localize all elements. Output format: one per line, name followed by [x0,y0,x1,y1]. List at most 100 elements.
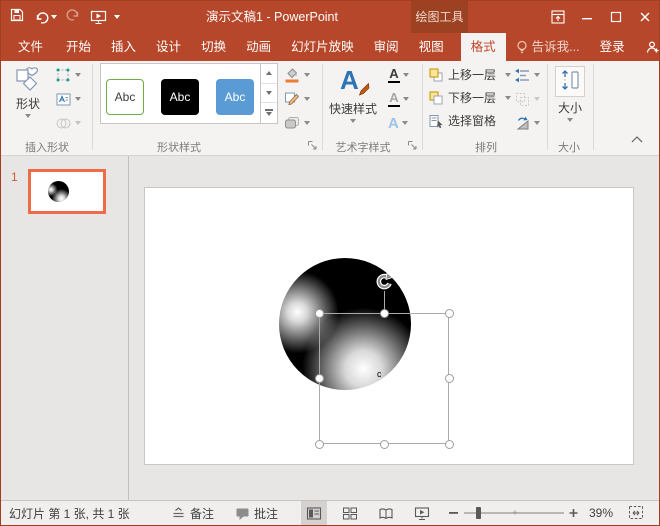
text-effects-icon: A [388,116,399,131]
text-effects-button[interactable]: A [388,112,408,134]
comments-label: 批注 [254,505,278,522]
save-icon[interactable] [9,7,25,28]
quick-styles-button[interactable]: A 快速样式 [326,63,380,123]
shapes-dropdown-icon [25,114,31,118]
tab-transitions[interactable]: 切换 [191,33,236,61]
group-separator [422,64,423,150]
text-box-button[interactable] [55,88,81,110]
reading-view-icon [378,506,394,521]
zoom-slider-notch: + [512,508,518,519]
shape-outline-icon [283,90,301,108]
text-fill-button[interactable]: A [388,64,409,86]
fit-to-window-button[interactable] [628,501,645,525]
zoom-in-button[interactable] [569,501,579,525]
maximize-icon[interactable] [601,1,630,33]
rotate-dropdown-icon [534,121,540,125]
shape-effects-button[interactable] [283,112,310,134]
shapes-button[interactable]: 形状 [5,63,51,118]
shapes-icon [15,66,42,93]
group-separator [593,64,594,150]
window-controls [543,1,659,33]
undo-button[interactable] [34,10,57,25]
resize-handle-nw[interactable] [315,309,324,318]
merge-shapes-icon [55,115,72,132]
size-button[interactable]: 大小 [551,63,589,122]
bring-forward-button[interactable]: 上移一层 [428,64,511,85]
shape-style-tile-3[interactable]: Abc [216,79,254,115]
rotate-objects-icon [514,115,531,132]
ribbon: 形状 插入形状 Abc Abc Abc [1,61,659,156]
notes-label: 备注 [190,505,214,522]
gallery-more-icon[interactable] [261,103,277,123]
tab-home[interactable]: 开始 [56,33,101,61]
view-slide-sorter-button[interactable] [337,501,363,525]
share-button[interactable]: 共享 [635,33,660,61]
zoom-out-button[interactable] [449,501,459,525]
view-reading-button[interactable] [373,501,399,525]
tab-insert[interactable]: 插入 [101,33,146,61]
tab-file[interactable]: 文件 [5,33,56,61]
align-button[interactable] [514,64,540,86]
size-dropdown-icon [567,118,573,122]
view-normal-button[interactable] [301,501,327,525]
workspace: 1 c [1,156,659,501]
qat-customize-icon[interactable] [114,15,120,19]
send-backward-dropdown-icon[interactable] [505,96,511,100]
text-box-dropdown-icon [75,97,81,101]
shapes-label: 形状 [16,95,40,112]
close-icon[interactable] [630,1,659,33]
contextual-tab-group-label: 绘图工具 [411,1,468,33]
tell-me-box[interactable]: 告诉我... [506,33,590,61]
ribbon-display-options-icon[interactable] [543,1,572,33]
group-separator [322,64,323,150]
start-slideshow-button[interactable] [90,9,120,25]
edit-shape-dropdown-icon [75,73,81,77]
shape-style-tile-2[interactable]: Abc [161,79,199,115]
merge-shapes-dropdown-icon [75,121,81,125]
resize-handle-ne[interactable] [445,309,454,318]
slide-sorter-icon [342,506,358,521]
shape-outline-button[interactable] [283,88,310,110]
shape-style-tile-1[interactable]: Abc [106,79,144,115]
send-backward-button[interactable]: 下移一层 [428,87,511,108]
size-icon [555,66,585,97]
rotate-handle-icon[interactable] [374,272,394,297]
undo-dropdown-icon[interactable] [51,15,57,19]
resize-handle-sw[interactable] [315,440,324,449]
resize-handle-s[interactable] [380,440,389,449]
edit-shape-button[interactable] [55,64,81,86]
gallery-scrollbar [260,64,277,123]
selection-pane-button[interactable]: 选择窗格 [428,110,496,131]
slide-info: 幻灯片 第 1 张, 共 1 张 [9,501,130,525]
text-fill-dropdown-icon [403,73,409,77]
gallery-scroll-up-icon[interactable] [261,64,277,84]
collapse-ribbon-icon[interactable] [629,133,645,148]
shape-fill-button[interactable] [283,64,310,86]
text-outline-button[interactable]: A [388,88,409,110]
bring-forward-icon [428,67,444,83]
resize-handle-se[interactable] [445,440,454,449]
zoom-level[interactable]: 39% [589,501,613,525]
view-slideshow-button[interactable] [409,501,435,525]
lightbulb-icon [516,40,528,54]
gallery-scroll-down-icon[interactable] [261,84,277,104]
tab-format[interactable]: 格式 [461,33,506,61]
minimize-icon[interactable] [572,1,601,33]
quick-styles-dropdown-icon [350,119,356,123]
tab-animations[interactable]: 动画 [236,33,281,61]
rotate-button[interactable] [514,112,540,134]
tab-design[interactable]: 设计 [146,33,191,61]
slide-thumbnail[interactable] [28,169,106,214]
resize-handle-w[interactable] [315,374,324,383]
shape-fill-icon [283,66,301,84]
resize-handle-e[interactable] [445,374,454,383]
sign-in-button[interactable]: 登录 [590,33,635,61]
tab-slideshow[interactable]: 幻灯片放映 [281,33,364,61]
bring-forward-dropdown-icon[interactable] [505,73,511,77]
tab-review[interactable]: 审阅 [364,33,409,61]
zoom-slider-handle[interactable] [476,507,481,519]
tab-view[interactable]: 视图 [409,33,454,61]
notes-button[interactable]: 备注 [171,501,214,525]
resize-handle-n[interactable] [380,309,389,318]
comments-button[interactable]: 批注 [235,501,278,525]
